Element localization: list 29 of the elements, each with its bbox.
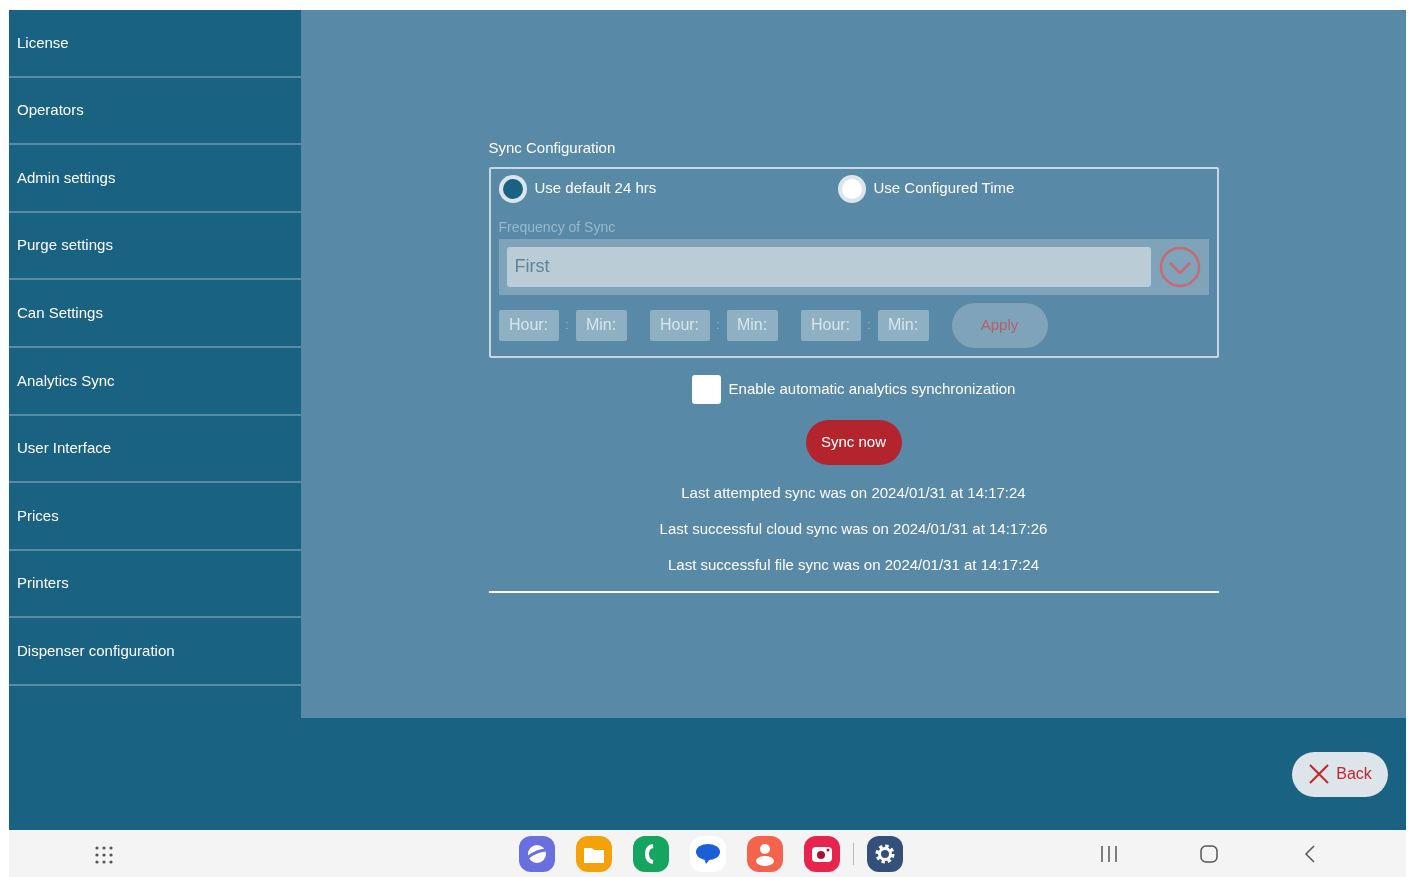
radio-button[interactable] <box>837 174 866 203</box>
radio-button[interactable] <box>498 174 527 203</box>
camera-app-icon[interactable] <box>804 836 840 872</box>
dropdown-value: First <box>514 255 550 278</box>
recent-apps-icon[interactable] <box>1100 846 1118 862</box>
chat-bubble-icon[interactable] <box>690 836 726 872</box>
checkbox[interactable] <box>691 374 721 404</box>
radio-label: Use Configured Time <box>873 178 1015 199</box>
checkbox-label: Enable automatic analytics synchronization <box>728 378 1016 399</box>
home-icon[interactable] <box>1200 845 1218 863</box>
sync-status-text: Last attempted sync was on 2024/01/31 at 14:17:24 <box>681 482 1026 503</box>
close-icon <box>1308 763 1331 785</box>
app-grid-icon[interactable] <box>95 846 113 864</box>
person-app-icon[interactable] <box>747 836 783 872</box>
time-separator: : <box>715 317 721 334</box>
back-button[interactable]: Back <box>1292 751 1388 797</box>
section-title: Sync Configuration <box>488 138 617 158</box>
sync-status-text: Last successful file sync was on 2024/01/31 at 14:17:24 <box>667 554 1040 575</box>
time-separator: : <box>866 317 872 334</box>
radio-label: Use default 24 hrs <box>534 178 657 199</box>
phone-app-icon[interactable] <box>633 836 669 872</box>
browser-app-icon[interactable] <box>519 836 555 872</box>
chevron-down-icon <box>1158 245 1201 288</box>
back-icon[interactable] <box>1304 845 1316 863</box>
sync-status-text: Last successful cloud sync was on 2024/01/31 at 14:17:26 <box>659 518 1048 539</box>
field-label: Frequency of Sync <box>498 217 617 237</box>
settings-icon[interactable] <box>867 836 903 872</box>
sync-now-button[interactable]: Sync now <box>805 419 902 465</box>
time-separator: : <box>564 317 570 334</box>
